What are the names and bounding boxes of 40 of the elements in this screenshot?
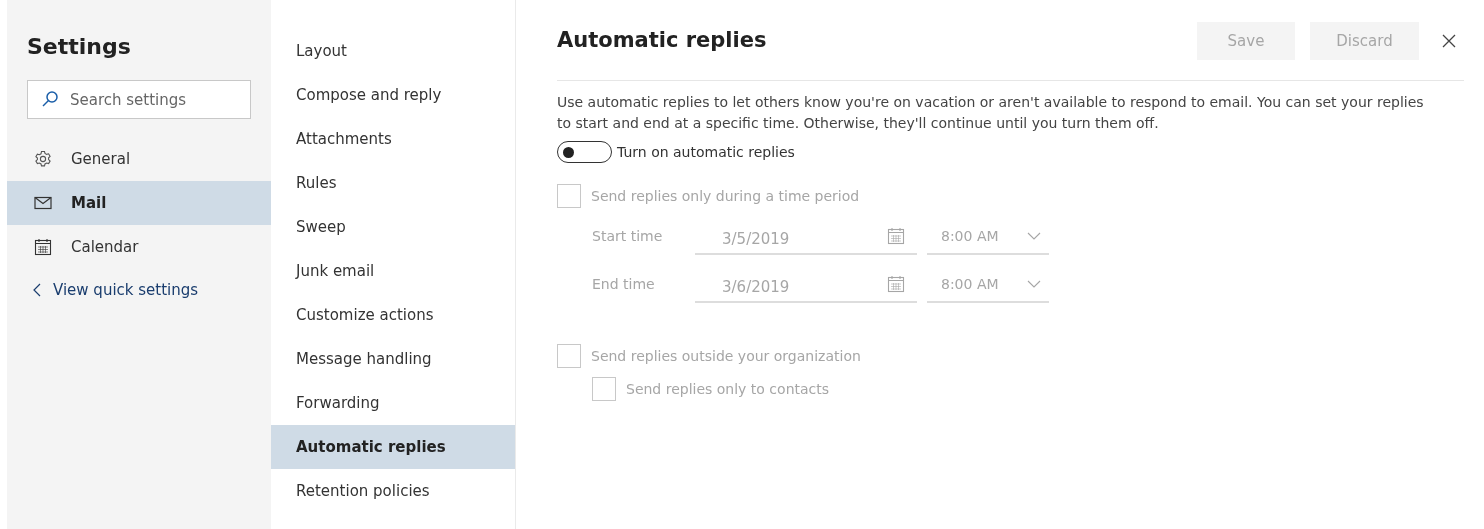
chevron-down-icon [1027,232,1041,240]
search-icon [41,90,59,108]
submenu-item[interactable]: Sweep [271,205,515,249]
submenu-item[interactable]: Message handling [271,337,515,381]
action-button: Save [1197,22,1295,60]
checkbox-label: Send replies only during a time period [591,186,860,206]
checkbox-label: Send replies outside your organization [591,346,861,366]
sidebar-item[interactable]: Mail [7,181,271,225]
time-label: Start time [592,227,664,246]
sidebar-item[interactable]: General [7,137,271,181]
submenu-item[interactable]: Attachments [271,117,515,161]
chevron-left-icon [33,283,41,298]
submenu-item[interactable]: Forwarding [271,381,515,425]
calendar-icon [34,238,52,256]
action-button: Discard [1310,22,1419,60]
toggle-switch[interactable] [557,141,612,163]
time-label: End time [592,275,656,294]
panel-title: Automatic replies [557,27,768,55]
search-field[interactable]: Search settings [27,80,251,119]
submenu-item[interactable]: Layout [271,29,515,73]
calendar-icon [887,275,905,293]
sidebar-item[interactable]: Calendar [7,225,271,269]
checkbox-label: Send replies only to contacts [626,379,830,399]
date-field: 3/5/2019 [695,219,917,255]
submenu-item[interactable]: Rules [271,161,515,205]
toggle-label: Turn on automatic replies [617,142,795,162]
description-text: Use automatic replies to let others know you're on vacation or aren't available to respond to email. You can set your replies to start and end at a specific time. Otherwise, they'll continue until you turn them off. [557,93,1425,133]
close-icon [1442,34,1456,48]
date-field: 3/6/2019 [695,267,917,303]
mail-icon [34,196,52,210]
submenu-item[interactable]: Customize actions [271,293,515,337]
quick-settings-link[interactable]: View quick settings [33,279,271,302]
submenu-item[interactable]: Automatic replies [271,425,515,469]
gear-icon [34,150,52,168]
submenu-item[interactable]: Retention policies [271,469,515,513]
chevron-down-icon [1027,280,1041,288]
calendar-icon [887,227,905,245]
settings-title: Settings [26,33,132,61]
submenu-item[interactable]: Compose and reply [271,73,515,117]
submenu-item[interactable]: Junk email [271,249,515,293]
